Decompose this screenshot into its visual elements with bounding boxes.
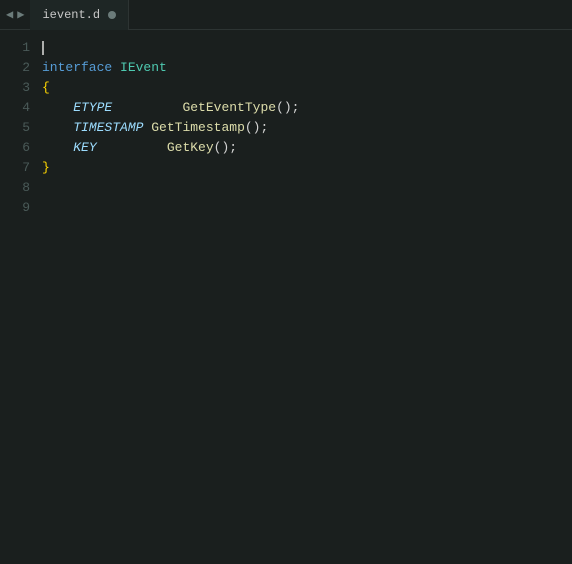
tab-modified-dot bbox=[108, 11, 116, 19]
punct-3: (); bbox=[214, 138, 237, 158]
line-number: 1 bbox=[8, 38, 30, 58]
punct-2: (); bbox=[245, 118, 268, 138]
close-brace: } bbox=[42, 158, 50, 178]
line-number: 6 bbox=[8, 138, 30, 158]
open-brace: { bbox=[42, 78, 50, 98]
code-line-2: interface IEvent bbox=[42, 58, 564, 78]
code-line-8 bbox=[42, 178, 564, 198]
type-ievent: IEvent bbox=[120, 58, 167, 78]
method-gettimestamp: GetTimestamp bbox=[151, 118, 245, 138]
line-number: 2 bbox=[8, 58, 30, 78]
tab[interactable]: ievent.d bbox=[30, 0, 129, 30]
line-number: 9 bbox=[8, 198, 30, 218]
code-line-1 bbox=[42, 38, 564, 58]
code-line-3: { bbox=[42, 78, 564, 98]
code-line-9 bbox=[42, 198, 564, 218]
code-content[interactable]: interface IEvent { ETYPE GetEventType ()… bbox=[42, 38, 572, 564]
method-getkey: GetKey bbox=[167, 138, 214, 158]
code-line-5: TIMESTAMP GetTimestamp (); bbox=[42, 118, 564, 138]
nav-back-icon[interactable]: ◀ bbox=[6, 7, 13, 22]
method-geteventtype: GetEventType bbox=[182, 98, 276, 118]
field-timestamp: TIMESTAMP bbox=[73, 118, 143, 138]
field-key: KEY bbox=[73, 138, 96, 158]
nav-forward-icon[interactable]: ▶ bbox=[17, 7, 24, 22]
code-line-7: } bbox=[42, 158, 564, 178]
line-number: 8 bbox=[8, 178, 30, 198]
field-etype: ETYPE bbox=[73, 98, 112, 118]
title-bar: ◀ ▶ ievent.d bbox=[0, 0, 572, 30]
line-numbers: 1 2 3 4 5 6 7 8 9 bbox=[0, 38, 42, 564]
text-cursor bbox=[42, 41, 44, 55]
line-number: 3 bbox=[8, 78, 30, 98]
line-number: 4 bbox=[8, 98, 30, 118]
nav-arrows[interactable]: ◀ ▶ bbox=[0, 7, 30, 22]
line-number: 5 bbox=[8, 118, 30, 138]
keyword-interface: interface bbox=[42, 58, 112, 78]
code-line-4: ETYPE GetEventType (); bbox=[42, 98, 564, 118]
code-line-6: KEY GetKey (); bbox=[42, 138, 564, 158]
line-number: 7 bbox=[8, 158, 30, 178]
punct-1: (); bbox=[276, 98, 299, 118]
tab-filename: ievent.d bbox=[42, 8, 100, 22]
editor-area: 1 2 3 4 5 6 7 8 9 interface IEvent { ETY… bbox=[0, 30, 572, 564]
